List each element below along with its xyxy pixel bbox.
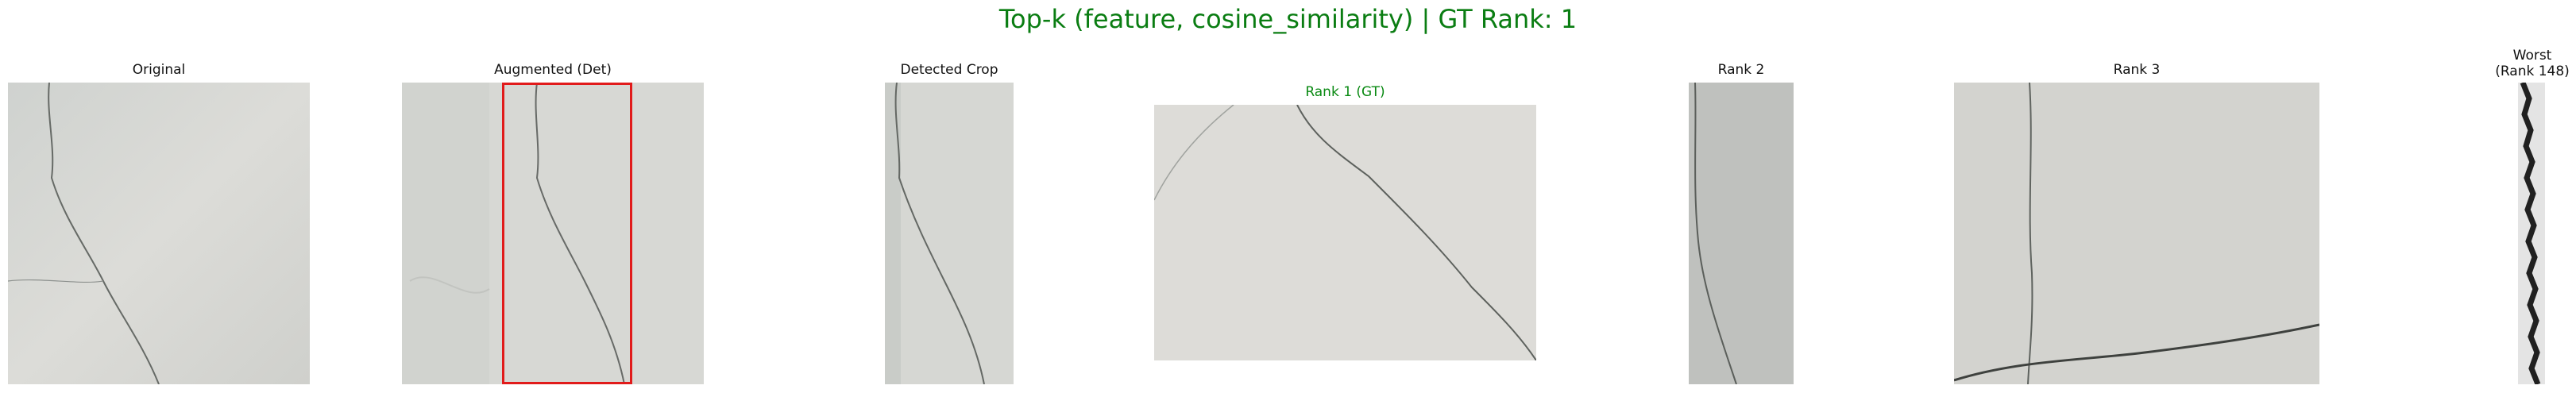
rank1-image (1154, 105, 1536, 360)
figure-title: Top-k (feature, cosine_similarity) | GT … (998, 4, 1578, 34)
detected-crop-image (885, 83, 1014, 384)
original-image (8, 83, 310, 384)
rank2-label: Rank 2 (1717, 62, 1765, 78)
worst-label-line1: Worst (2512, 48, 2552, 64)
rank1-gt-label: Rank 1 (GT) (1305, 84, 1385, 100)
augmented-image (402, 83, 704, 384)
detected-crop-label: Detected Crop (900, 62, 998, 78)
augmented-label: Augmented (Det) (494, 62, 612, 78)
rank2-image (1689, 83, 1794, 384)
worst-label-line2: (Rank 148) (2495, 64, 2570, 79)
worst-image (2518, 83, 2545, 384)
detection-box (502, 83, 632, 384)
rank3-image (1954, 83, 2319, 384)
rank3-label: Rank 3 (2113, 62, 2161, 78)
original-label: Original (132, 62, 186, 78)
